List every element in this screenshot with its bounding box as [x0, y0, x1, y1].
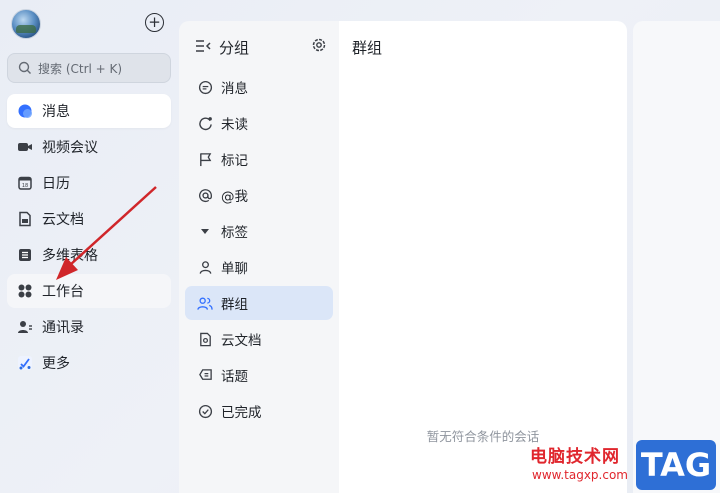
group-filter-list: 消息 未读 标记 @我 标签 单聊 群组 云文档 话题 已完成	[185, 70, 333, 430]
main-nav: 消息 视频会议 18 日历 云文档 多维表格 工作台 通讯录 更多	[7, 94, 171, 382]
group-users-icon	[197, 295, 213, 311]
watermark: 电脑技术网 www.tagxp.com TAG	[530, 438, 720, 493]
watermark-url: www.tagxp.com	[532, 468, 628, 482]
at-icon	[197, 187, 213, 203]
more-icon	[17, 355, 33, 371]
check-circle-icon	[197, 403, 213, 419]
nav-item-contacts[interactable]: 通讯录	[7, 310, 171, 344]
filter-messages[interactable]: 消息	[185, 70, 333, 104]
page-title: 群组	[352, 39, 383, 57]
nav-item-cloud-docs[interactable]: 云文档	[7, 202, 171, 236]
nav-item-label: 工作台	[42, 284, 84, 300]
flag-icon	[197, 151, 213, 167]
message-icon	[17, 103, 33, 119]
nav-item-label: 更多	[42, 356, 70, 372]
nav-item-workplace[interactable]: 工作台	[7, 274, 171, 308]
filter-threads[interactable]: 话题	[185, 358, 333, 392]
detail-pane	[633, 21, 720, 493]
nav-item-label: 日历	[42, 176, 70, 192]
filter-label: 单聊	[221, 261, 248, 277]
filter-label: 标签	[221, 225, 248, 241]
thread-icon	[197, 367, 213, 383]
nav-item-label: 云文档	[42, 212, 84, 228]
collapse-panel-icon[interactable]	[195, 38, 211, 57]
filter-label: 话题	[221, 369, 248, 385]
left-sidebar: + 搜索 (Ctrl + K) 消息 视频会议 18 日历 云文档 多维表格 工…	[0, 0, 178, 493]
filter-cloud-docs[interactable]: 云文档	[185, 322, 333, 356]
nav-item-bitable[interactable]: 多维表格	[7, 238, 171, 272]
watermark-text: 电脑技术网	[530, 447, 620, 467]
nav-item-calendar[interactable]: 18 日历	[7, 166, 171, 200]
filter-mentions[interactable]: @我	[185, 178, 333, 212]
add-button[interactable]: +	[145, 13, 164, 32]
nav-item-messages[interactable]: 消息	[7, 94, 171, 128]
filter-label: @我	[221, 189, 248, 205]
filter-unread[interactable]: 未读	[185, 106, 333, 140]
filter-done[interactable]: 已完成	[185, 394, 333, 428]
nav-item-more[interactable]: 更多	[7, 346, 171, 380]
doc-icon	[17, 211, 33, 227]
filter-label: 未读	[221, 117, 248, 133]
panel-header: 分组	[195, 35, 327, 59]
nav-item-label: 多维表格	[42, 248, 98, 264]
unread-icon	[197, 115, 213, 131]
filter-label: 消息	[221, 81, 248, 97]
filter-groups[interactable]: 群组	[185, 286, 333, 320]
panel-title: 分组	[219, 38, 250, 57]
watermark-tag-logo: TAG	[636, 440, 716, 490]
user-avatar[interactable]	[11, 9, 41, 39]
conversation-list: 群组 暂无符合条件的会话	[339, 21, 627, 493]
filter-label: 标记	[221, 153, 248, 169]
search-input[interactable]: 搜索 (Ctrl + K)	[7, 53, 171, 83]
filter-label: 云文档	[221, 333, 262, 349]
filter-flagged[interactable]: 标记	[185, 142, 333, 176]
svg-text:18: 18	[22, 183, 28, 189]
filter-direct-chat[interactable]: 单聊	[185, 250, 333, 284]
filter-label: 已完成	[221, 405, 262, 421]
search-placeholder: 搜索 (Ctrl + K)	[38, 61, 123, 76]
chat-bubble-icon	[197, 79, 213, 95]
doc-search-icon	[197, 331, 213, 347]
nav-item-label: 视频会议	[42, 140, 98, 156]
plus-icon: +	[148, 13, 161, 31]
caret-down-icon	[197, 223, 213, 239]
apps-icon	[17, 283, 33, 299]
user-icon	[197, 259, 213, 275]
filter-label: 群组	[221, 297, 248, 313]
nav-item-label: 通讯录	[42, 320, 84, 336]
search-icon	[18, 61, 31, 74]
gear-icon[interactable]	[311, 37, 327, 57]
nav-item-label: 消息	[42, 104, 70, 120]
filter-tags[interactable]: 标签	[185, 214, 333, 248]
video-icon	[17, 139, 33, 155]
nav-item-video-meeting[interactable]: 视频会议	[7, 130, 171, 164]
contacts-icon	[17, 319, 33, 335]
group-panel: 分组 消息 未读 标记 @我 标签 单聊 群组 云文档 话题 已完成	[179, 21, 339, 493]
calendar-icon: 18	[17, 175, 33, 191]
table-icon	[17, 247, 33, 263]
